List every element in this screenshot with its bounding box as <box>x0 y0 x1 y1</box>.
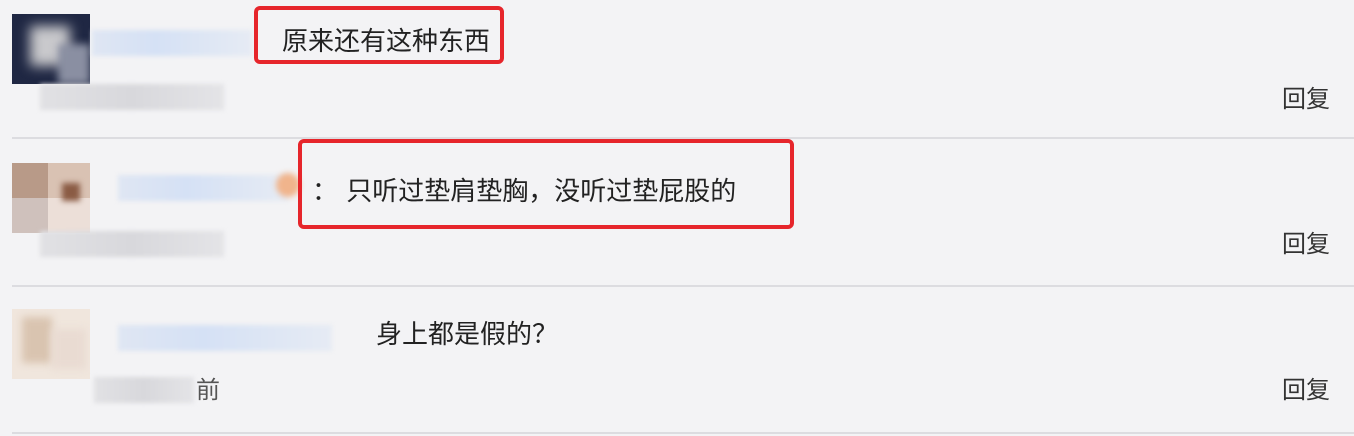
reply-button[interactable]: 回复 <box>1282 84 1330 114</box>
username-blurred[interactable] <box>118 175 288 201</box>
reply-button[interactable]: 回复 <box>1282 229 1330 259</box>
comment-item: 身上都是假的？ 前 回复 <box>0 287 1354 436</box>
comment-item: ： 只听过垫肩垫胸，没听过垫屁股的 回复 <box>0 139 1354 287</box>
username-blurred[interactable] <box>118 325 332 351</box>
username-blurred[interactable] <box>92 30 252 56</box>
divider <box>12 432 1354 434</box>
username-badge-blurred <box>276 173 300 197</box>
comment-meta-blurred <box>40 231 224 257</box>
comment-text: 身上都是假的？ <box>376 320 559 350</box>
reply-button[interactable]: 回复 <box>1282 375 1330 405</box>
highlight-box <box>254 6 504 64</box>
comment-meta-blurred <box>94 377 194 403</box>
comment-meta-blurred <box>40 84 224 110</box>
comment-item: 原来还有这种东西 回复 <box>0 0 1354 139</box>
highlight-box <box>298 139 794 229</box>
avatar[interactable] <box>12 309 90 379</box>
comment-time-suffix: 前 <box>196 376 220 404</box>
avatar[interactable] <box>12 163 90 233</box>
avatar[interactable] <box>12 14 90 84</box>
